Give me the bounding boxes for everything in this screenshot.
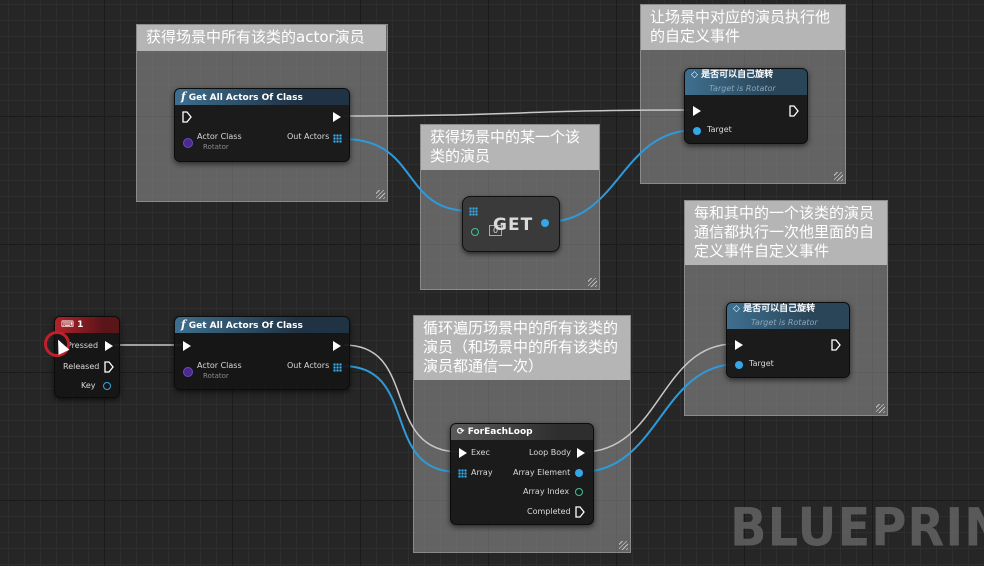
array-element-pin[interactable] bbox=[575, 469, 583, 477]
target-label: Target bbox=[707, 125, 732, 134]
actor-class-pin[interactable] bbox=[183, 138, 193, 148]
keyboard-icon: ⌨ bbox=[61, 320, 78, 330]
actor-class-label: Actor Class bbox=[197, 132, 242, 141]
out-actors-label: Out Actors bbox=[287, 132, 330, 141]
out-actors-label: Out Actors bbox=[287, 361, 330, 370]
loop-icon: ⟳ bbox=[457, 427, 468, 437]
object-wire bbox=[342, 138, 471, 212]
exec-out-pin[interactable] bbox=[333, 341, 341, 351]
object-wire bbox=[342, 365, 459, 473]
actor-class-pin[interactable] bbox=[183, 367, 193, 377]
loop-body-label: Loop Body bbox=[529, 448, 571, 457]
completed-label: Completed bbox=[527, 507, 571, 516]
node-title: 是否可以自己旋转 bbox=[701, 70, 774, 80]
node-custom-event-2[interactable]: ◇ 是否可以自己旋转 Target is Rotator Target bbox=[726, 302, 850, 378]
pressed-label: Pressed bbox=[67, 341, 99, 350]
exec-wire bbox=[343, 109, 691, 117]
target-pin[interactable] bbox=[693, 127, 701, 135]
loop-body-exec-pin[interactable] bbox=[577, 448, 585, 458]
array-in-pin[interactable] bbox=[458, 469, 467, 478]
array-index-pin[interactable] bbox=[575, 488, 583, 496]
node-get-all-actors-2[interactable]: f Get All Actors Of Class Actor Class Rot… bbox=[174, 316, 350, 390]
node-header: f Get All Actors Of Class bbox=[175, 89, 349, 105]
exec-in-pin[interactable] bbox=[183, 341, 191, 351]
released-exec-pin-icon[interactable] bbox=[104, 361, 114, 373]
item-out-pin[interactable] bbox=[541, 219, 549, 227]
function-icon: f bbox=[181, 90, 186, 103]
exec-wire bbox=[582, 343, 735, 453]
node-header: ◇ 是否可以自己旋转 Target is Rotator bbox=[727, 303, 849, 329]
exec-in-pin-icon[interactable] bbox=[182, 111, 192, 123]
exec-in-pin[interactable] bbox=[693, 106, 701, 116]
array-in-pin[interactable] bbox=[469, 207, 478, 216]
node-title: 1 bbox=[77, 320, 84, 330]
class-dropdown[interactable]: Rotator bbox=[203, 372, 229, 380]
target-label: Target bbox=[749, 359, 774, 368]
node-header: ⟳ ForEachLoop bbox=[451, 424, 593, 440]
node-title: Get All Actors Of Class bbox=[188, 321, 303, 331]
exec-out-pin[interactable] bbox=[333, 112, 341, 122]
node-title: ForEachLoop bbox=[467, 427, 533, 437]
key-out-pin[interactable] bbox=[103, 382, 111, 390]
target-pin[interactable] bbox=[735, 361, 743, 369]
exec-out-pin-icon[interactable] bbox=[789, 105, 799, 117]
exec-in-pin[interactable] bbox=[735, 340, 743, 350]
exec-in-pin[interactable] bbox=[459, 448, 467, 458]
diamond-icon: ◇ bbox=[733, 304, 744, 314]
node-key-event[interactable]: ⌨ 1 Pressed Released Key bbox=[54, 316, 120, 398]
released-label: Released bbox=[63, 362, 100, 371]
pressed-exec-pin[interactable] bbox=[105, 341, 113, 351]
node-subtitle: Target is Rotator bbox=[751, 318, 818, 327]
blueprint-watermark: BLUEPRIN bbox=[730, 497, 984, 559]
completed-exec-pin-icon[interactable] bbox=[575, 506, 585, 518]
node-subtitle: Target is Rotator bbox=[709, 84, 776, 93]
exec-label: Exec bbox=[471, 448, 490, 457]
node-array-get[interactable]: 0 GET bbox=[462, 196, 560, 252]
out-actors-array-pin[interactable] bbox=[333, 363, 342, 372]
out-actors-array-pin[interactable] bbox=[333, 134, 342, 143]
node-title: 是否可以自己旋转 bbox=[743, 304, 816, 314]
node-get-all-actors-1[interactable]: f Get All Actors Of Class Actor Class Rot… bbox=[174, 88, 350, 162]
object-wire bbox=[545, 129, 697, 223]
actor-class-label: Actor Class bbox=[197, 361, 242, 370]
function-icon: f bbox=[181, 318, 186, 331]
array-label: Array bbox=[471, 468, 493, 477]
node-custom-event-1[interactable]: ◇ 是否可以自己旋转 Target is Rotator Target bbox=[684, 68, 808, 144]
array-element-label: Array Element bbox=[513, 468, 571, 477]
exec-out-pin-icon[interactable] bbox=[831, 339, 841, 351]
object-wire bbox=[579, 363, 739, 473]
node-header: ◇ 是否可以自己旋转 Target is Rotator bbox=[685, 69, 807, 95]
diamond-icon: ◇ bbox=[691, 70, 702, 80]
get-label: GET bbox=[493, 215, 534, 235]
class-dropdown[interactable]: Rotator bbox=[203, 143, 229, 151]
node-header: f Get All Actors Of Class bbox=[175, 317, 349, 333]
exec-wire bbox=[343, 344, 461, 453]
node-foreach-loop[interactable]: ⟳ ForEachLoop Exec Array Loop Body Array… bbox=[450, 423, 594, 525]
node-title: Get All Actors Of Class bbox=[188, 93, 303, 103]
node-header: ⌨ 1 bbox=[55, 317, 119, 333]
array-index-label: Array Index bbox=[523, 487, 570, 496]
index-pin[interactable] bbox=[471, 228, 479, 236]
key-label: Key bbox=[81, 381, 96, 390]
